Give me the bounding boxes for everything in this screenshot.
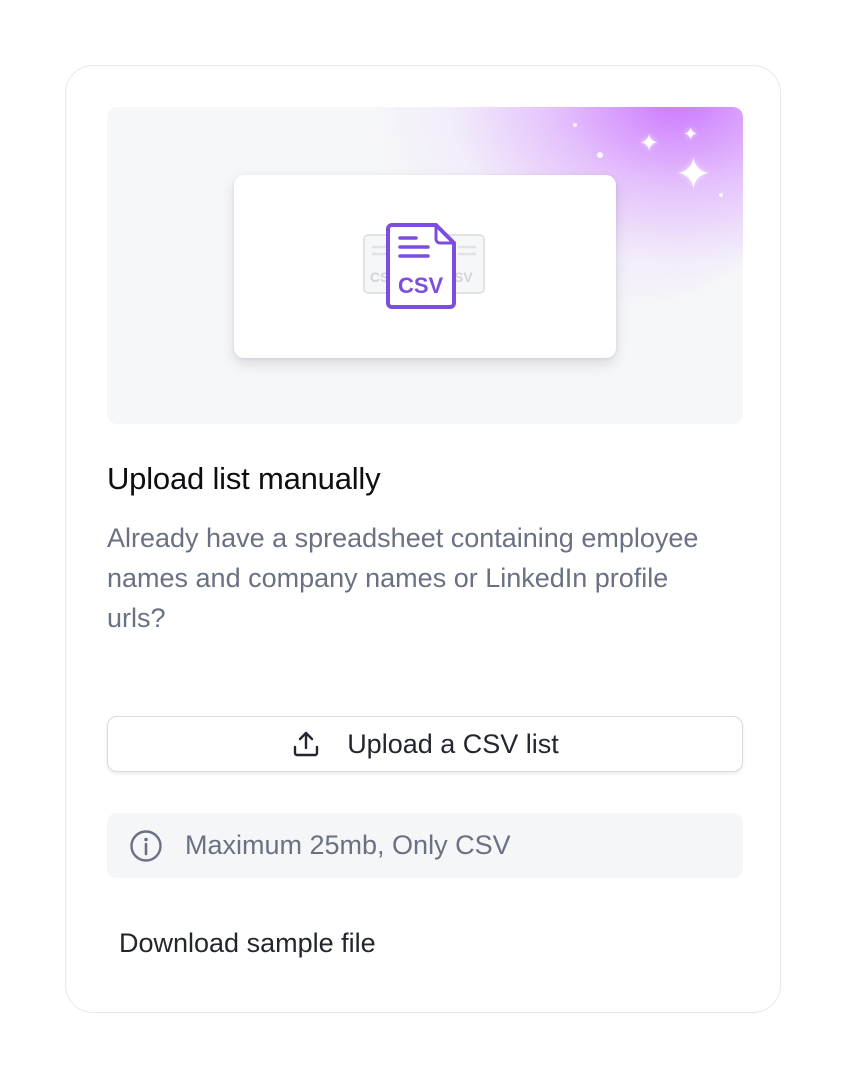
sparkle-icon: ✦: [675, 150, 712, 199]
info-icon: [130, 829, 162, 862]
sparkle-icon: ✦: [683, 124, 699, 144]
illustration-panel: ✦ ✦ ✦ CS SV CSV: [107, 107, 743, 424]
sparkle-icon: ✦: [639, 130, 660, 157]
sparkle-dot: [597, 152, 603, 158]
svg-text:CSV: CSV: [398, 273, 444, 298]
file-limit-notice: Maximum 25mb, Only CSV: [107, 813, 743, 878]
card-description: Already have a spreadsheet containing em…: [107, 523, 699, 633]
card-title: Upload list manually: [107, 461, 381, 496]
upload-csv-button[interactable]: Upload a CSV list: [107, 716, 743, 772]
upload-button-label: Upload a CSV list: [347, 728, 559, 759]
upload-card: ✦ ✦ ✦ CS SV CSV Upload list manually Alr…: [65, 65, 781, 1013]
csv-file-icon: CS SV CSV: [363, 223, 485, 309]
upload-icon: [293, 731, 319, 757]
sparkle-dot: [719, 193, 723, 197]
file-limit-text: Maximum 25mb, Only CSV: [185, 830, 511, 860]
file-preview-box: CS SV CSV: [234, 175, 616, 358]
svg-text:SV: SV: [454, 269, 473, 285]
sparkle-dot: [573, 123, 577, 127]
download-sample-link[interactable]: Download sample file: [119, 928, 376, 959]
